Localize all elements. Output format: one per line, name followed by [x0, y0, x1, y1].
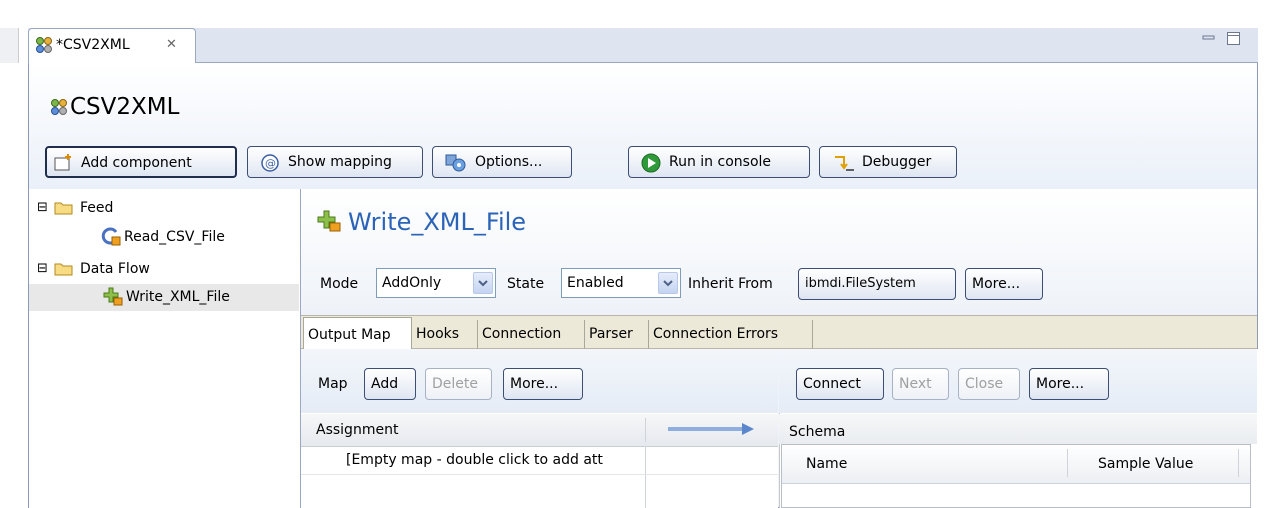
mapping-arrow-icon: [668, 422, 756, 436]
assignment-column-header: Assignment: [316, 422, 399, 438]
state-label: State: [507, 276, 545, 292]
close-tab-icon[interactable]: ✕: [166, 37, 177, 52]
options-button[interactable]: Options...: [432, 146, 572, 178]
column-separator: [1238, 449, 1239, 477]
mode-select[interactable]: AddOnly: [376, 268, 496, 298]
map-delete-label: Delete: [432, 376, 478, 392]
tab-connection-errors[interactable]: Connection Errors: [649, 320, 813, 349]
svg-text:@: @: [265, 157, 276, 170]
mode-label: Mode: [320, 276, 359, 292]
inherit-from-button[interactable]: ibmdi.FileSystem: [798, 268, 956, 300]
editor-tab-title[interactable]: *CSV2XML: [56, 37, 130, 53]
mode-value: AddOnly: [382, 275, 442, 291]
tab-connection[interactable]: Connection: [478, 320, 585, 349]
iterator-connector-icon: [100, 226, 122, 246]
column-separator: [645, 418, 646, 442]
map-add-label: Add: [371, 376, 399, 392]
schema-col-name[interactable]: Name: [806, 456, 847, 472]
add-component-icon: [53, 154, 75, 172]
maximize-icon[interactable]: [1226, 31, 1242, 47]
debugger-button[interactable]: Debugger: [819, 146, 957, 178]
tree-item-write-xml-file[interactable]: Write_XML_File: [126, 289, 230, 305]
connect-label: Connect: [803, 376, 861, 392]
show-mapping-button[interactable]: @ Show mapping: [247, 146, 423, 178]
component-more-button[interactable]: More...: [965, 268, 1043, 300]
assembly-line-icon: [35, 36, 53, 54]
add-connector-icon: [102, 286, 124, 306]
options-icon: [445, 153, 467, 173]
previous-tab-stub: [0, 28, 19, 63]
folder-icon: [54, 261, 74, 277]
component-more-label: More...: [972, 276, 1021, 292]
tree-expander-data-flow[interactable]: ⊟: [37, 261, 48, 276]
tab-parser[interactable]: Parser: [585, 320, 649, 349]
inherit-from-value: ibmdi.FileSystem: [805, 276, 916, 291]
map-more-button[interactable]: More...: [503, 368, 583, 400]
close-label: Close: [965, 376, 1004, 392]
next-button[interactable]: Next: [892, 368, 949, 400]
tab-hooks[interactable]: Hooks: [412, 320, 478, 349]
map-more-label: More...: [510, 376, 559, 392]
map-delete-button[interactable]: Delete: [425, 368, 492, 400]
minimize-icon[interactable]: [1202, 33, 1216, 45]
add-component-button[interactable]: Add component: [45, 146, 237, 178]
state-select[interactable]: Enabled: [561, 268, 681, 298]
mapping-icon: @: [260, 153, 280, 173]
tree-expander-feed[interactable]: ⊟: [37, 200, 48, 215]
folder-icon: [54, 200, 74, 216]
map-label: Map: [318, 376, 348, 392]
schema-col-sample-value[interactable]: Sample Value: [1098, 456, 1193, 472]
state-value: Enabled: [567, 275, 624, 291]
chevron-down-icon[interactable]: [658, 272, 678, 294]
show-mapping-label: Show mapping: [288, 154, 392, 170]
options-label: Options...: [475, 154, 543, 170]
add-connector-title-icon: [316, 209, 342, 233]
map-add-button[interactable]: Add: [364, 368, 416, 400]
chevron-down-icon[interactable]: [473, 272, 493, 294]
debugger-icon: [832, 153, 856, 173]
tree-item-feed[interactable]: Feed: [80, 200, 113, 216]
column-separator: [1067, 449, 1068, 477]
inherit-from-label: Inherit From: [688, 276, 773, 292]
editor-title: CSV2XML: [70, 94, 180, 120]
tree-item-read-csv-file[interactable]: Read_CSV_File: [124, 229, 225, 245]
schema-more-button[interactable]: More...: [1029, 368, 1109, 400]
schema-title: Schema: [789, 424, 846, 440]
close-button[interactable]: Close: [958, 368, 1020, 400]
tree-item-data-flow[interactable]: Data Flow: [80, 261, 150, 277]
component-title: Write_XML_File: [348, 208, 527, 236]
row-divider: [301, 474, 778, 475]
next-label: Next: [899, 376, 932, 392]
editor-tab-strip: [28, 28, 1258, 63]
assignment-empty-row[interactable]: [Empty map - double click to add att: [346, 452, 603, 468]
schema-more-label: More...: [1036, 376, 1085, 392]
run-in-console-button[interactable]: Run in console: [628, 146, 810, 178]
run-in-console-label: Run in console: [669, 154, 772, 170]
debugger-label: Debugger: [862, 154, 932, 170]
column-separator: [645, 446, 646, 508]
assembly-line-title-icon: [50, 98, 68, 116]
connect-button[interactable]: Connect: [796, 368, 884, 400]
schema-header: [779, 414, 1257, 444]
run-icon: [641, 153, 661, 173]
add-component-label: Add component: [81, 155, 192, 171]
tab-output-map[interactable]: Output Map: [303, 317, 412, 350]
